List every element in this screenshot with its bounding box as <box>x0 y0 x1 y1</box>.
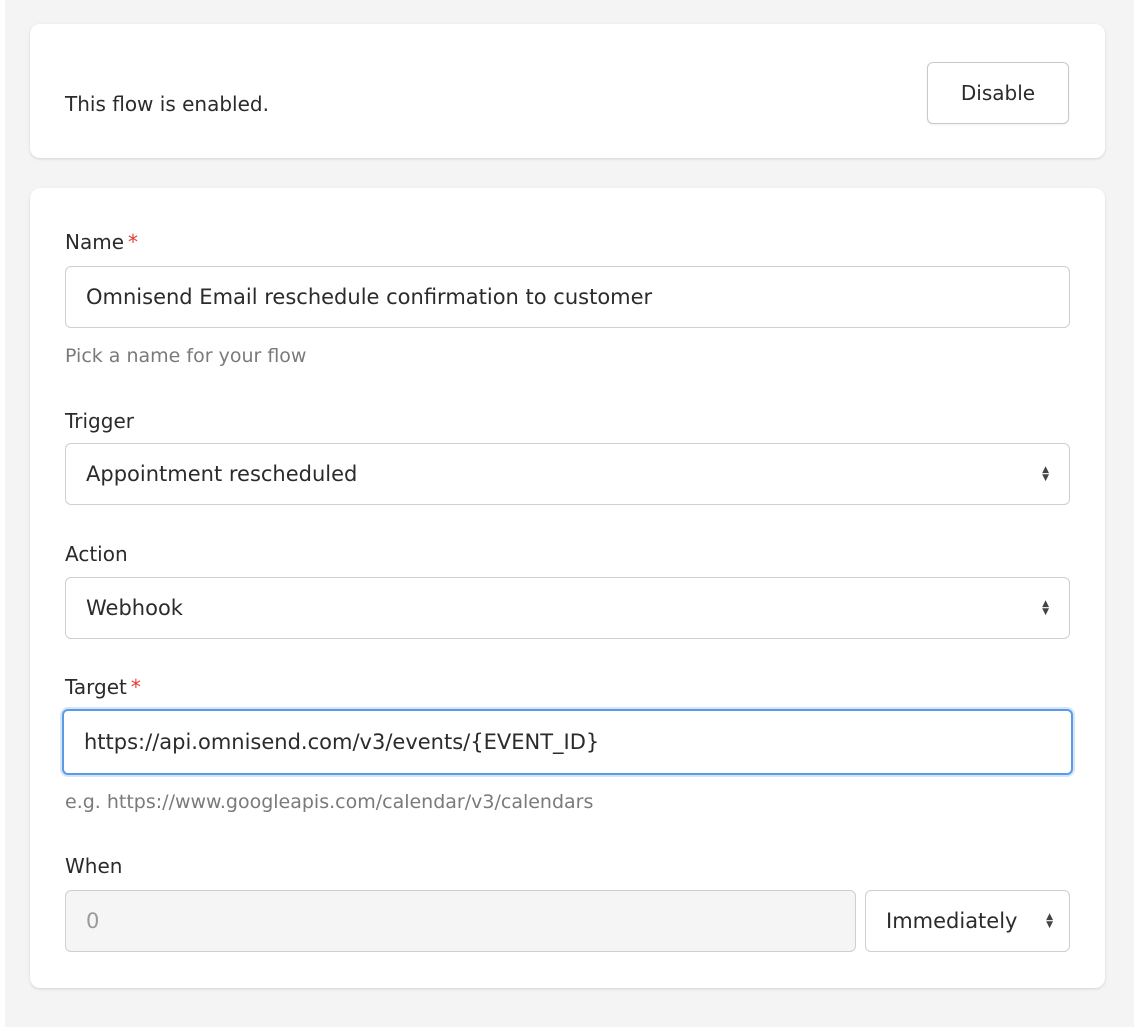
target-hint: e.g. https://www.googleapis.com/calendar… <box>65 791 594 813</box>
name-required-mark: * <box>128 230 139 254</box>
when-amount-field <box>65 890 856 952</box>
action-select[interactable]: Webhook ▲ ▼ <box>65 577 1070 639</box>
sort-caret-icon: ▲ ▼ <box>1046 912 1053 930</box>
sort-caret-icon: ▲ ▼ <box>1042 599 1049 617</box>
disable-button[interactable]: Disable <box>927 62 1069 124</box>
target-required-mark: * <box>130 675 141 699</box>
name-field[interactable] <box>65 266 1070 328</box>
name-hint: Pick a name for your flow <box>65 345 307 367</box>
status-card: This flow is enabled. Disable <box>30 24 1105 158</box>
trigger-select-value: Appointment rescheduled <box>86 462 358 486</box>
trigger-label: Trigger <box>65 409 134 433</box>
status-text: This flow is enabled. <box>65 92 269 116</box>
name-label-text: Name <box>65 230 125 254</box>
sort-caret-icon: ▲ ▼ <box>1042 465 1049 483</box>
name-label: Name * <box>65 229 138 255</box>
action-label: Action <box>65 542 128 566</box>
target-label: Target * <box>65 674 141 700</box>
target-label-text: Target <box>65 675 127 699</box>
flow-form-card: Name* Pick a name for your flow Trigger … <box>30 188 1105 988</box>
action-select-value: Webhook <box>86 596 183 620</box>
target-field[interactable] <box>62 709 1073 775</box>
target-input[interactable] <box>84 730 1051 754</box>
when-unit-value: Immediately <box>886 909 1018 933</box>
when-label: When <box>65 854 123 878</box>
name-input[interactable] <box>86 285 1049 309</box>
when-amount-input <box>86 909 835 933</box>
trigger-select[interactable]: Appointment rescheduled ▲ ▼ <box>65 443 1070 505</box>
when-unit-select[interactable]: Immediately ▲ ▼ <box>865 890 1070 952</box>
